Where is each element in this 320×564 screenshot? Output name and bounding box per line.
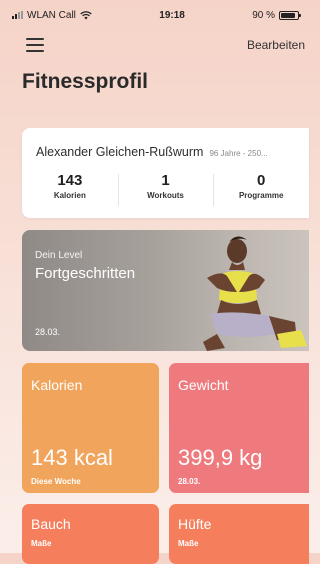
clock: 19:18 xyxy=(159,9,185,21)
hamburger-menu-icon[interactable] xyxy=(26,38,44,52)
tile-gewicht[interactable]: Gewicht 399,9 kg 28.03. xyxy=(169,363,309,493)
stat-value: 0 xyxy=(257,172,266,189)
stat-workouts[interactable]: 1 Workouts xyxy=(117,172,214,210)
carrier-label: WLAN Call xyxy=(27,9,76,21)
page-title: Fitnessprofil xyxy=(22,70,149,93)
profile-age-info: 96 Jahre - 250... xyxy=(209,149,268,158)
tile-subtitle: Diese Woche xyxy=(31,477,81,486)
status-left: WLAN Call xyxy=(12,10,92,21)
stat-value: 143 xyxy=(57,172,83,189)
athlete-photo xyxy=(203,236,307,351)
status-bar: WLAN Call 19:18 90 % xyxy=(0,0,309,30)
battery-icon xyxy=(279,10,301,20)
tile-subtitle: Maße xyxy=(31,539,52,548)
stat-label: Workouts xyxy=(147,191,184,200)
tile-title: Hüfte xyxy=(178,516,212,532)
tile-title: Kalorien xyxy=(31,377,83,393)
stat-programme[interactable]: 0 Programme xyxy=(213,172,309,210)
stat-label: Programme xyxy=(238,191,284,200)
nav-bar: Bearbeiten xyxy=(0,30,309,60)
stat-label: Kalorien xyxy=(53,191,86,200)
level-date: 28.03. xyxy=(35,327,61,337)
edit-button[interactable]: Bearbeiten xyxy=(247,38,305,52)
profile-stats: 143 Kalorien 1 Workouts 0 Programme xyxy=(22,172,309,210)
status-right: 90 % xyxy=(252,9,301,21)
tile-title: Bauch xyxy=(31,516,71,532)
tile-value: 399,9 kg xyxy=(178,445,263,470)
profile-name: Alexander Gleichen-Rußwurm xyxy=(36,145,204,159)
tile-value: 143 kcal xyxy=(31,445,113,470)
battery-percent: 90 % xyxy=(252,9,275,21)
tile-kalorien[interactable]: Kalorien 143 kcal Diese Woche xyxy=(22,363,159,493)
tile-bauch[interactable]: Bauch Maße xyxy=(22,504,159,564)
tile-subtitle: Maße xyxy=(178,539,199,548)
tile-huefte[interactable]: Hüfte Maße xyxy=(169,504,309,564)
signal-icon xyxy=(12,11,23,19)
level-card[interactable]: Dein Level Fortgeschritten 28.03. xyxy=(22,230,309,351)
stat-value: 1 xyxy=(161,172,170,189)
level-title: Fortgeschritten xyxy=(35,265,136,282)
wifi-icon xyxy=(80,10,92,20)
profile-card[interactable]: Alexander Gleichen-Rußwurm 96 Jahre - 25… xyxy=(22,128,309,218)
stat-kalorien[interactable]: 143 Kalorien xyxy=(22,172,118,210)
tile-subtitle: 28.03. xyxy=(178,477,201,486)
tile-title: Gewicht xyxy=(178,377,229,393)
profile-header: Alexander Gleichen-Rußwurm 96 Jahre - 25… xyxy=(36,145,268,159)
level-subtitle: Dein Level xyxy=(35,250,83,261)
